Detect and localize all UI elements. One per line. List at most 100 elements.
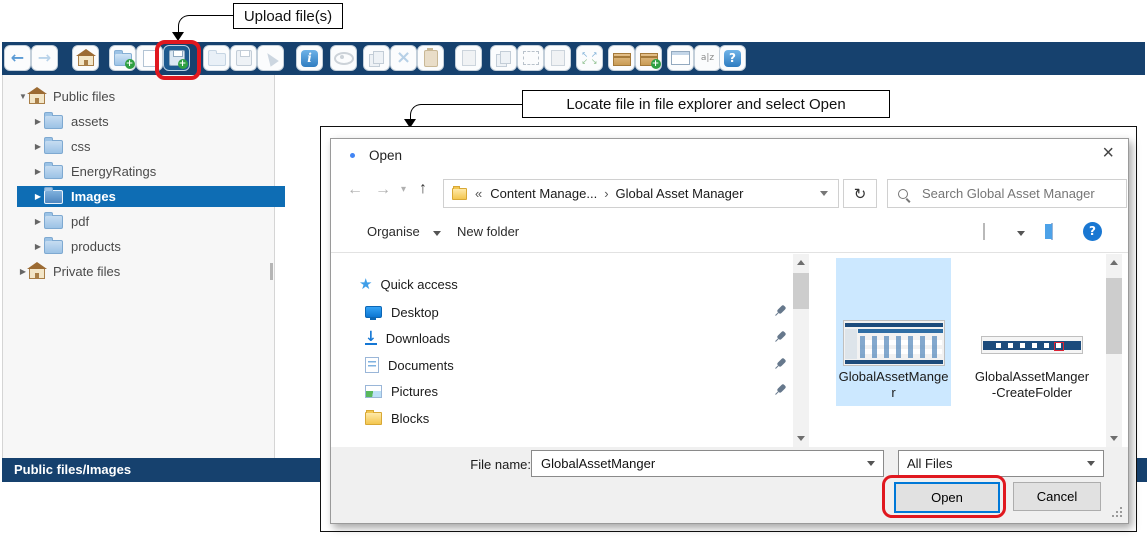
toolbar-button-pointer[interactable] <box>257 45 284 71</box>
organise-dropdown-icon[interactable] <box>433 231 441 236</box>
nav-up-icon[interactable]: ↑ <box>419 180 427 198</box>
toolbar-button-forward[interactable]: → <box>31 45 58 71</box>
help-icon: ? <box>724 50 741 67</box>
place-documents[interactable]: Documents <box>365 354 454 376</box>
archive-add-icon: + <box>640 53 658 66</box>
place-blocks[interactable]: Blocks <box>365 407 429 429</box>
tree-item-energyratings[interactable]: ▶ EnergyRatings <box>3 161 303 182</box>
document-icon <box>365 357 379 373</box>
toolbar-button-resize[interactable] <box>576 45 603 71</box>
chevron-collapsed-icon[interactable]: ▶ <box>32 217 44 226</box>
file-type-dropdown-icon[interactable] <box>1087 461 1095 466</box>
pin-icon[interactable] <box>777 384 787 394</box>
place-pictures[interactable]: Pictures <box>365 380 438 402</box>
nav-history-chevron-icon[interactable]: ▾ <box>401 184 406 195</box>
dialog-help-icon[interactable]: ? <box>1083 222 1102 241</box>
tree-item-images-selected[interactable]: ▶ Images <box>17 186 285 207</box>
toolbar-button-save[interactable] <box>230 45 257 71</box>
toolbar-button-home[interactable] <box>72 45 99 71</box>
refresh-button[interactable]: ↻ <box>843 179 877 208</box>
organise-menu[interactable]: Organise <box>367 224 420 239</box>
files-scrollbar[interactable] <box>1106 254 1122 447</box>
scroll-up-icon[interactable] <box>793 254 809 271</box>
toolbar-button-copy[interactable] <box>363 45 390 71</box>
app-folder-tree: ▼ Public files ▶ assets ▶ css ▶ EnergyRa… <box>2 75 275 458</box>
pin-icon[interactable] <box>777 305 787 315</box>
chevron-collapsed-icon[interactable]: ▶ <box>32 142 44 151</box>
screenshot-root: ← → + + i × + a|z ? ▼ Public files ▶ <box>0 0 1147 541</box>
scrollbar-thumb[interactable] <box>793 273 809 309</box>
file-tile-globalassetmanger-createfolder[interactable]: GlobalAssetManger-CreateFolder <box>971 258 1093 406</box>
toolbar-button-cut[interactable]: × <box>390 45 417 71</box>
tree-item-pdf[interactable]: ▶ pdf <box>3 211 303 232</box>
toolbar-button-archive[interactable] <box>608 45 635 71</box>
close-icon[interactable]: × <box>1102 143 1114 163</box>
open-button[interactable]: Open <box>894 482 1000 513</box>
place-quick-access[interactable]: ★ Quick access <box>359 273 458 295</box>
toolbar-button-sort-az[interactable]: a|z <box>694 45 721 71</box>
nav-forward-icon[interactable]: → <box>375 181 391 199</box>
pin-icon[interactable] <box>777 331 787 341</box>
file-tile-globalassetmanger[interactable]: GlobalAssetManger <box>836 258 951 406</box>
tree-item-assets[interactable]: ▶ assets <box>3 111 303 132</box>
toolbar-button-back[interactable]: ← <box>4 45 31 71</box>
place-downloads[interactable]: ↓ Downloads <box>365 327 450 349</box>
tree-item-private-files[interactable]: ▶ Private files <box>3 261 288 282</box>
chevron-collapsed-icon[interactable]: ▶ <box>32 167 44 176</box>
tree-item-public-files[interactable]: ▼ Public files <box>3 86 288 107</box>
breadcrumb-current[interactable]: Global Asset Manager <box>616 186 744 201</box>
file-name-input[interactable] <box>539 455 853 472</box>
file-type-select[interactable]: All Files <box>898 450 1104 477</box>
address-bar[interactable]: « Content Manage... › Global Asset Manag… <box>443 179 839 208</box>
resize-grip-icon[interactable] <box>1120 515 1122 517</box>
file-name-dropdown-icon[interactable] <box>867 461 875 466</box>
tree-scrollbar-thumb[interactable] <box>270 263 273 280</box>
tree-item-css[interactable]: ▶ css <box>3 136 303 157</box>
toolbar-button-paste[interactable] <box>417 45 444 71</box>
toolbar-button-preview[interactable] <box>330 45 357 71</box>
toolbar-button-window-view[interactable] <box>667 45 694 71</box>
breadcrumb-collapsed[interactable]: « <box>475 186 482 201</box>
address-dropdown-icon[interactable] <box>820 191 828 196</box>
toolbar-button-duplicate[interactable] <box>490 45 517 71</box>
paste-icon <box>424 50 438 67</box>
view-dropdown-icon[interactable] <box>1017 231 1025 236</box>
nav-back-icon[interactable]: ← <box>347 181 363 199</box>
chevron-collapsed-icon[interactable]: ▶ <box>32 117 44 126</box>
folder-icon <box>365 412 382 425</box>
search-input[interactable] <box>920 185 1124 202</box>
file-thumbnail <box>981 336 1083 354</box>
toolbar-button-select[interactable] <box>517 45 544 71</box>
scrollbar-thumb[interactable] <box>1106 278 1122 354</box>
details-pane-icon[interactable] <box>1051 223 1053 240</box>
breadcrumb-parent[interactable]: Content Manage... <box>490 186 597 201</box>
place-desktop[interactable]: Desktop <box>365 301 439 323</box>
places-scrollbar[interactable] <box>793 254 809 447</box>
toolbar-button-add-folder[interactable]: + <box>109 45 136 71</box>
home-folder-icon <box>29 268 45 279</box>
cut-icon: × <box>396 49 411 67</box>
search-icon <box>898 189 908 199</box>
toolbar-button-open-folder[interactable] <box>203 45 230 71</box>
cancel-button[interactable]: Cancel <box>1013 482 1101 511</box>
toolbar-button-info[interactable]: i <box>296 45 323 71</box>
file-name-label: GlobalAssetManger <box>838 369 949 401</box>
chevron-collapsed-icon[interactable]: ▶ <box>32 242 44 251</box>
file-name-combo[interactable] <box>531 450 884 477</box>
new-folder-button[interactable]: New folder <box>457 224 519 239</box>
scroll-up-icon[interactable] <box>1106 254 1122 271</box>
scroll-down-icon[interactable] <box>1106 430 1122 447</box>
eye-icon <box>334 52 354 65</box>
chevron-collapsed-icon[interactable]: ▶ <box>32 192 44 201</box>
window-icon <box>671 51 690 65</box>
search-box[interactable] <box>887 179 1127 208</box>
tree-item-products[interactable]: ▶ products <box>3 236 303 257</box>
toolbar-button-rename[interactable] <box>544 45 571 71</box>
thumbnail-view-icon[interactable] <box>983 223 985 240</box>
dialog-title-bar[interactable]: Open × <box>331 139 1128 171</box>
toolbar-button-help[interactable]: ? <box>719 45 746 71</box>
toolbar-button-archive-add[interactable]: + <box>635 45 662 71</box>
scroll-down-icon[interactable] <box>793 430 809 447</box>
pin-icon[interactable] <box>777 358 787 368</box>
toolbar-button-delete[interactable] <box>455 45 482 71</box>
